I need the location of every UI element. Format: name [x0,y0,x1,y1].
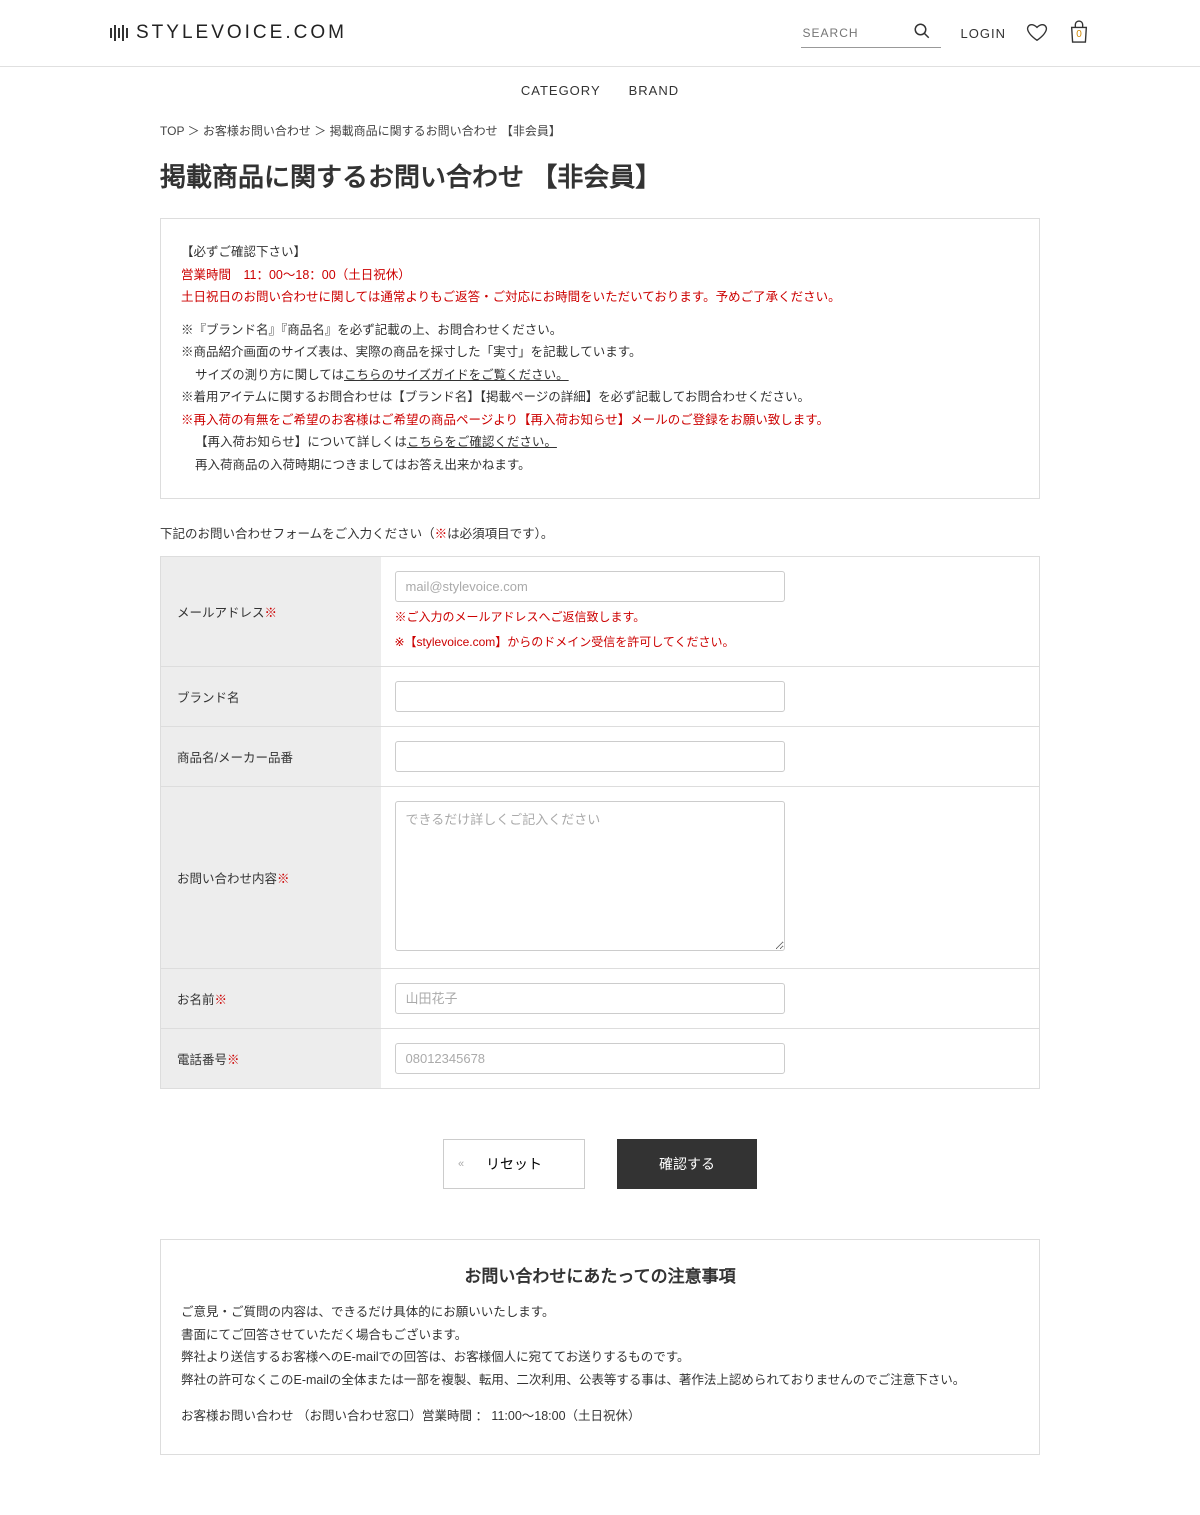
nav: CATEGORY BRAND [0,67,1200,114]
email-note2: ※【stylevoice.com】からのドメイン受信を許可してください。 [395,633,1026,652]
form-table: メールアドレス※ ※ご入力のメールアドレスへご返信致します。 ※【stylevo… [160,556,1040,1089]
content-label: お問い合わせ内容※ [161,787,381,969]
notice-l2: 書面にてご回答させていただく場合もございます。 [181,1324,1019,1347]
brand-input[interactable] [395,681,785,712]
nav-category[interactable]: CATEGORY [521,83,601,98]
content-textarea[interactable] [395,801,785,951]
notice-title: お問い合わせにあたっての注意事項 [181,1262,1019,1287]
form-intro: 下記のお問い合わせフォームをご入力ください（※は必須項目です）。 [160,523,1040,542]
header-right: LOGIN 0 [801,18,1090,48]
product-input[interactable] [395,741,785,772]
notice-l5: お客様お問い合わせ （お問い合わせ窓口）営業時間 ： 11:00〜18:00（土… [181,1405,1019,1428]
nav-brand[interactable]: BRAND [629,83,680,98]
phone-label: 電話番号※ [161,1029,381,1089]
product-label: 商品名/メーカー品番 [161,727,381,787]
email-note1: ※ご入力のメールアドレスへご返信致します。 [395,608,1026,627]
info-note2: ※商品紹介画面のサイズ表は、実際の商品を採寸した「実寸」を記載しています。 [181,341,1019,364]
notice-l1: ご意見・ご質問の内容は、できるだけ具体的にお願いいたします。 [181,1301,1019,1324]
logo-bars-icon [110,25,128,41]
size-guide-link[interactable]: こちらのサイズガイドをご覧ください。 [344,368,569,382]
notice-box: お問い合わせにあたっての注意事項 ご意見・ご質問の内容は、できるだけ具体的にお願… [160,1239,1040,1455]
info-confirm-title: 【必ずご確認下さい】 [181,241,1019,264]
logo-text: STYLEVOICE.COM [136,22,347,44]
breadcrumb-top[interactable]: TOP [160,124,184,138]
buttons: リセット 確認する [160,1139,1040,1189]
search-icon[interactable] [913,22,931,43]
name-input[interactable] [395,983,785,1014]
name-label: お名前※ [161,969,381,1029]
header: STYLEVOICE.COM LOGIN 0 [0,0,1200,67]
breadcrumb: TOP ＞ お客様お問い合わせ ＞ 掲載商品に関するお問い合わせ 【非会員】 [160,122,1040,139]
notice-l4: 弊社の許可なくこのE-mailの全体または一部を複製、転用、二次利用、公表等する… [181,1369,1019,1392]
info-notice-red: 土日祝日のお問い合わせに関しては通常よりもご返答・ご対応にお時間をいただいており… [181,286,1019,309]
heart-icon[interactable] [1026,21,1048,46]
logo[interactable]: STYLEVOICE.COM [110,22,347,44]
login-link[interactable]: LOGIN [961,26,1006,41]
submit-button[interactable]: 確認する [617,1139,757,1189]
search-box[interactable] [801,18,941,48]
breadcrumb-contact[interactable]: お客様お問い合わせ [203,124,311,138]
breadcrumb-current: 掲載商品に関するお問い合わせ 【非会員】 [330,124,561,138]
info-note1: ※『ブランド名』『商品名』を必ず記載の上、お問合わせください。 [181,319,1019,342]
info-hours: 営業時間 11：00〜18：00（土日祝休） [181,264,1019,287]
info-note4-red: ※再入荷の有無をご希望のお客様はご希望の商品ページより【再入荷お知らせ】メールの… [181,409,1019,432]
search-input[interactable] [803,26,913,40]
restock-link[interactable]: こちらをご確認ください。 [407,435,557,449]
reset-button[interactable]: リセット [443,1139,585,1189]
notice-l3: 弊社より送信するお客様へのE-mailでの回答は、お客様個人に宛ててお送りするも… [181,1346,1019,1369]
phone-input[interactable] [395,1043,785,1074]
email-label: メールアドレス※ [161,557,381,667]
email-input[interactable] [395,571,785,602]
brand-label: ブランド名 [161,667,381,727]
bag-count: 0 [1076,29,1082,40]
content: TOP ＞ お客様お問い合わせ ＞ 掲載商品に関するお問い合わせ 【非会員】 掲… [160,122,1040,1515]
info-note3: ※着用アイテムに関するお問合わせは【ブランド名】【掲載ページの詳細】を必ず記載し… [181,386,1019,409]
info-box: 【必ずご確認下さい】 営業時間 11：00〜18：00（土日祝休） 土日祝日のお… [160,218,1040,499]
page-title: 掲載商品に関するお問い合わせ 【非会員】 [160,157,1040,194]
bag-icon[interactable]: 0 [1068,20,1090,47]
